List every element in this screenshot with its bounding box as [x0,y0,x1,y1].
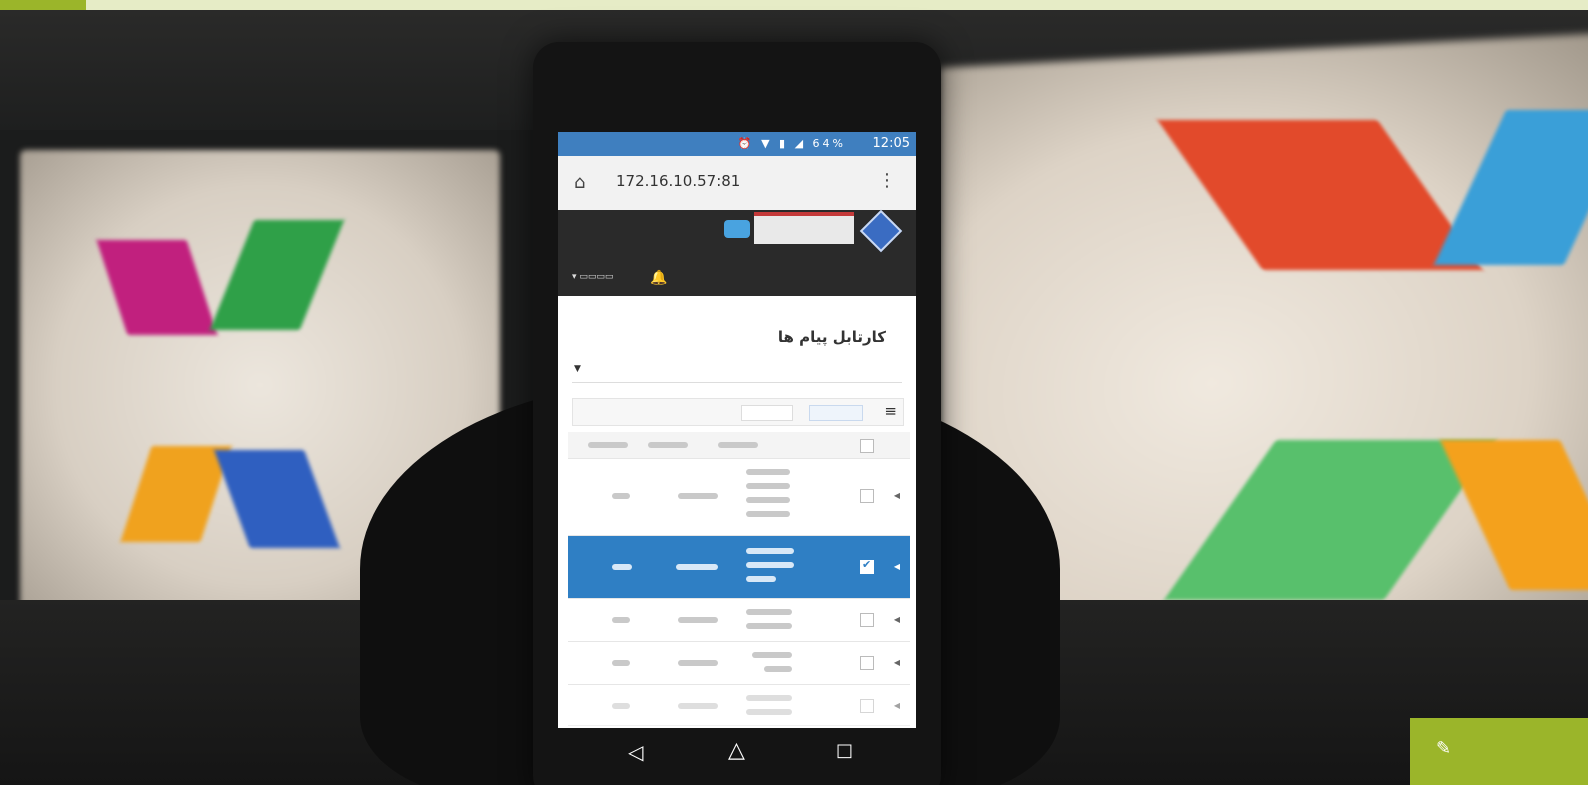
subject-cell [764,666,792,672]
header-subject[interactable] [718,442,758,448]
user-menu[interactable]: ▾ ▭▭▭▭ [572,272,613,282]
subject-cell [746,623,792,629]
table-row[interactable]: ◀ [568,599,910,642]
grid-toolbar: ≡ [572,398,904,426]
row-checkbox[interactable] [860,613,874,627]
row-checkbox-checked[interactable]: ✔ [860,558,874,574]
menu-icon[interactable]: ⋮ [878,170,896,191]
status-bar: ⏰ ▼ ▮ ◢ 64% 12:05 [558,132,916,156]
expand-icon[interactable]: ◀ [894,658,900,667]
table-row[interactable]: ◀ [568,685,910,726]
chevron-down-icon[interactable]: ▼ [574,364,581,374]
recent-apps-icon[interactable]: □ [836,740,853,761]
battery-level: 64% [812,137,846,150]
subject-cell [746,511,790,517]
top-banner [0,0,1588,10]
top-banner-accent [0,0,86,10]
subject-cell [746,548,794,554]
expand-icon[interactable]: ◀ [894,562,900,571]
page-title: کارتابل پیام ها [777,328,886,346]
table-row-selected[interactable]: ◀ ✔ [568,536,910,599]
check-icon: ✔ [862,558,872,571]
hamburger-icon[interactable]: ≡ [884,402,897,420]
home-nav-icon[interactable]: △ [728,738,745,763]
sender-cell [678,493,718,499]
photo-scene: ⏰ ▼ ▮ ◢ 64% 12:05 ⌂ 172.16.10.57:81 ⋮ 🔔 … [0,0,1588,785]
subject-cell [746,562,794,568]
table-row[interactable]: ◀ [568,459,910,536]
pen-icon[interactable]: ✎ [1436,738,1451,759]
table-row[interactable]: ◀ [568,642,910,685]
type-cell [612,564,632,570]
row-checkbox[interactable] [860,699,874,713]
sender-cell [678,703,718,709]
grid-header-row [568,432,910,459]
select-all-checkbox[interactable] [860,439,874,453]
header-sender[interactable] [648,442,688,448]
type-cell [612,703,630,709]
type-cell [612,660,630,666]
type-cell [612,493,630,499]
row-checkbox[interactable] [860,656,874,670]
browser-url-bar[interactable]: ⌂ 172.16.10.57:81 ⋮ [558,156,916,211]
messages-grid: ◀ ◀ ✔ ◀ ◀ ◀ [568,432,910,728]
header-type[interactable] [588,442,628,448]
company-logo-icon [859,209,903,253]
toolbar-refer-button[interactable] [741,405,793,421]
subject-cell [752,652,792,658]
bell-icon[interactable]: 🔔 [650,270,667,286]
phone-screen: ⏰ ▼ ▮ ◢ 64% 12:05 ⌂ 172.16.10.57:81 ⋮ 🔔 … [558,132,916,728]
toolbar-view-button[interactable] [809,405,863,421]
sender-cell [678,660,718,666]
subject-cell [746,469,790,475]
subject-cell [746,695,792,701]
expand-icon[interactable]: ◀ [894,615,900,624]
subject-cell [746,609,792,615]
corner-badge[interactable]: ✎ [1410,718,1588,785]
subject-cell [746,709,792,715]
home-icon[interactable]: ⌂ [574,172,585,193]
row-checkbox[interactable] [860,489,874,503]
status-time: 12:05 [872,136,910,151]
sender-cell [676,564,718,570]
app-header: 🔔 ▾ ▭▭▭▭ [558,209,916,296]
expand-icon[interactable]: ◀ [894,491,900,500]
sender-cell [678,617,718,623]
url-text[interactable]: 172.16.10.57:81 [616,172,740,190]
expand-icon[interactable]: ◀ [894,701,900,710]
filter-select[interactable]: ▼ [572,364,902,383]
subject-cell [746,497,790,503]
back-icon[interactable]: ◁ [628,740,643,764]
type-cell [612,617,630,623]
subject-cell [746,483,790,489]
status-icons: ⏰ ▼ ▮ ◢ 64% [737,137,846,150]
chat-icon [724,220,750,238]
subject-cell [746,576,776,582]
android-nav-bar: ◁ △ □ [558,728,916,778]
company-logo-wordmark [754,212,854,244]
